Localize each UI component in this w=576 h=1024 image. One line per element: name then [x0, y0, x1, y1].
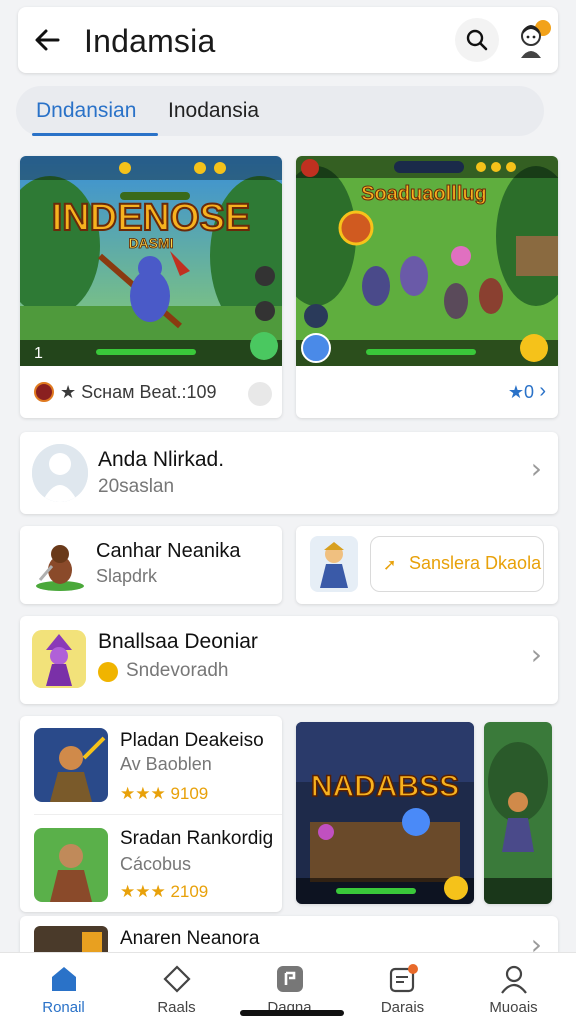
user-avatar-icon[interactable] — [513, 18, 553, 62]
featured-game-rating: ★0 — [507, 382, 534, 402]
game-promo-image[interactable] — [484, 722, 552, 904]
warrior-icon — [36, 545, 84, 591]
game-thumbnail — [34, 728, 108, 802]
game-badge-icon — [34, 382, 54, 402]
app-header: Indamsia — [18, 7, 558, 73]
chevron-right-icon[interactable]: › — [539, 380, 546, 403]
tab-bar: Dndansian Inodansia — [16, 86, 544, 136]
list-item-title: Bnallsaa Deoniar — [98, 630, 258, 653]
game-promo-image[interactable]: NADABSS — [296, 722, 474, 904]
svg-text:INDENOSE: INDENOSE — [52, 197, 250, 239]
nav-item-home[interactable]: Ronail — [6, 953, 121, 1024]
nav-item-raals[interactable]: Raals — [119, 953, 234, 1024]
featured-game-card[interactable]: INDENOSE DASMI 1 ★ Sснам Вeat.:109 — [20, 156, 282, 418]
featured-game-stats: ★ Sснам Вeat.:109 — [60, 382, 217, 402]
ghost-avatar-icon — [32, 444, 88, 502]
coin-icon — [98, 662, 118, 682]
list-item-subtitle: Cácobus — [120, 854, 192, 874]
more-dot[interactable] — [248, 382, 272, 406]
list-item-title: Anda Nlirkad. — [98, 448, 225, 471]
search-icon — [466, 29, 488, 51]
nav-item-darais[interactable]: Darais — [345, 953, 460, 1024]
diamond-icon — [163, 965, 191, 993]
game-banner-image: Soaduaolllug — [296, 156, 558, 366]
chevron-right-icon: › — [530, 638, 542, 671]
game-banner-image: INDENOSE DASMI 1 — [20, 156, 282, 366]
nav-label: Ronail — [42, 999, 85, 1016]
wizard-icon — [32, 630, 86, 688]
list-item[interactable]: Sradan Rankordig Cácobus ★★★ 2109 — [20, 816, 282, 912]
svg-text:DASMI: DASMI — [128, 235, 173, 251]
list-item[interactable]: Bnallsaa Deoniar Sndevoradh › — [20, 616, 558, 704]
list-item[interactable]: Anda Nlirkad. 20saslan › — [20, 432, 558, 514]
game-thumbnail — [34, 828, 108, 902]
tab-inodansia[interactable]: Inodansia — [168, 99, 259, 123]
list-item-subtitle: Slapdrk — [96, 566, 158, 586]
list-item-subtitle: 20saslan — [98, 476, 175, 497]
action-button[interactable]: ➚ Sanslera Dkaola — [370, 536, 544, 592]
list-item-title: Sradan Rankordig — [120, 828, 274, 849]
list-item-title: Canhar Neanika — [96, 540, 241, 562]
svg-text:Soaduaolllug: Soaduaolllug — [361, 183, 487, 205]
game-icon — [277, 966, 303, 992]
arrow-icon: ➚ — [383, 557, 397, 574]
chevron-right-icon: › — [530, 452, 542, 485]
profile-icon — [501, 965, 527, 994]
svg-text:1: 1 — [34, 345, 43, 362]
list-item-rating: ★★★ 2109 — [120, 882, 209, 901]
list-item[interactable]: Canhar Neanika Slapdrk — [20, 526, 282, 604]
list-item-title: Pladan Deakeiso — [120, 730, 264, 751]
home-indicator[interactable] — [240, 1010, 344, 1016]
nav-label: Darais — [380, 999, 425, 1016]
tab-dndansian[interactable]: Dndansian — [36, 99, 136, 123]
list-item-subtitle: Av Baoblen — [120, 754, 212, 774]
arrow-left-icon[interactable] — [32, 24, 64, 56]
list-item-title: Anaren Neanora — [120, 928, 260, 949]
divider — [34, 814, 282, 815]
nav-label: Raals — [157, 999, 196, 1016]
action-card: ➚ Sanslera Dkaola — [296, 526, 558, 604]
action-button-label: Sanslera Dkaola — [409, 553, 542, 573]
nav-item-muoais[interactable]: Muoais — [456, 953, 571, 1024]
list-item[interactable]: Pladan Deakeiso Av Baoblen ★★★ 9109 — [20, 716, 282, 814]
active-tab-indicator — [32, 133, 158, 136]
game-list: Pladan Deakeiso Av Baoblen ★★★ 9109 Srad… — [20, 716, 282, 912]
page-title: Indamsia — [84, 23, 216, 59]
home-icon — [52, 967, 76, 991]
inbox-icon — [389, 964, 418, 993]
character-icon — [310, 536, 358, 592]
list-item-subtitle: Sndevoradh — [126, 660, 229, 681]
svg-text:NADABSS: NADABSS — [311, 770, 459, 803]
search-button[interactable] — [455, 18, 499, 62]
featured-game-card[interactable]: Soaduaolllug ★0 › — [296, 156, 558, 418]
nav-label: Muoais — [489, 999, 538, 1016]
list-item-rating: ★★★ 9109 — [120, 784, 209, 803]
